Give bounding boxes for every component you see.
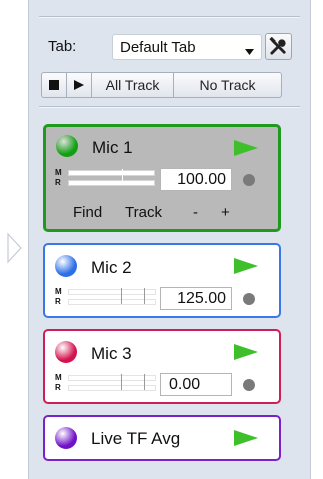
plus-button[interactable]: + xyxy=(221,204,230,221)
stop-button[interactable] xyxy=(41,72,67,98)
chevron-down-icon xyxy=(245,43,254,60)
tab-label: Tab: xyxy=(48,38,77,55)
track-color-dot[interactable] xyxy=(55,341,77,363)
meter-tick xyxy=(121,374,122,390)
meter-r-bar xyxy=(68,180,155,186)
record-icon[interactable] xyxy=(243,174,255,186)
track-card-live-tf-avg[interactable]: Live TF Avg xyxy=(43,415,281,461)
play-all-button[interactable] xyxy=(66,72,92,98)
meter-tick xyxy=(144,288,145,304)
meter-m-label: M xyxy=(55,168,62,177)
meter-m-bar xyxy=(68,170,155,176)
tab-dropdown-value: Default Tab xyxy=(120,39,196,56)
track-color-dot[interactable] xyxy=(56,135,78,157)
track-sidebar: Tab: Default Tab All Track No Track Mic … xyxy=(28,0,311,479)
minus-button[interactable]: - xyxy=(193,204,198,221)
meter-tick xyxy=(121,288,122,304)
tab-dropdown[interactable]: Default Tab xyxy=(112,34,262,60)
meter-r-bar xyxy=(68,385,156,391)
play-track-icon[interactable] xyxy=(234,258,258,274)
all-track-button[interactable]: All Track xyxy=(91,72,174,98)
track-name: Mic 2 xyxy=(91,258,132,277)
track-name: Mic 3 xyxy=(91,344,132,363)
play-track-icon[interactable] xyxy=(234,344,258,360)
meter-tick xyxy=(122,169,123,185)
transport-divider xyxy=(39,106,300,108)
top-divider xyxy=(39,16,300,18)
no-track-button[interactable]: No Track xyxy=(173,72,282,98)
meter-m-label: M xyxy=(55,373,62,382)
track-name: Live TF Avg xyxy=(91,429,181,448)
track-button[interactable]: Track xyxy=(125,204,162,221)
tools-icon xyxy=(269,37,286,55)
gain-value-field[interactable]: 0.00 xyxy=(160,373,232,396)
meter-m-label: M xyxy=(55,287,62,296)
meter-r-label: R xyxy=(55,178,61,187)
collapse-handle-icon[interactable] xyxy=(6,218,28,278)
record-icon[interactable] xyxy=(243,293,255,305)
track-color-dot[interactable] xyxy=(55,255,77,277)
gain-value-field[interactable]: 125.00 xyxy=(160,287,232,310)
track-name: Mic 1 xyxy=(92,138,133,157)
record-icon[interactable] xyxy=(243,379,255,391)
track-card-mic-1[interactable]: Mic 1 M R 100.00 Find Track - + xyxy=(43,124,281,232)
no-track-label: No Track xyxy=(199,77,256,93)
track-card-mic-3[interactable]: Mic 3 M R 0.00 xyxy=(43,329,281,404)
track-card-mic-2[interactable]: Mic 2 M R 125.00 xyxy=(43,243,281,318)
tools-button[interactable] xyxy=(265,33,292,60)
meter-r-label: R xyxy=(55,297,61,306)
gain-value-field[interactable]: 100.00 xyxy=(160,168,232,191)
play-track-icon[interactable] xyxy=(234,140,258,156)
all-track-label: All Track xyxy=(105,77,160,93)
stop-icon xyxy=(49,80,59,90)
meter-r-bar xyxy=(68,299,156,305)
meter-r-label: R xyxy=(55,383,61,392)
find-button[interactable]: Find xyxy=(73,204,102,221)
play-icon xyxy=(74,80,84,90)
meter-m-bar xyxy=(68,289,156,295)
meter-tick xyxy=(144,374,145,390)
track-color-dot[interactable] xyxy=(55,427,77,449)
play-track-icon[interactable] xyxy=(234,430,258,446)
meter-m-bar xyxy=(68,375,156,381)
